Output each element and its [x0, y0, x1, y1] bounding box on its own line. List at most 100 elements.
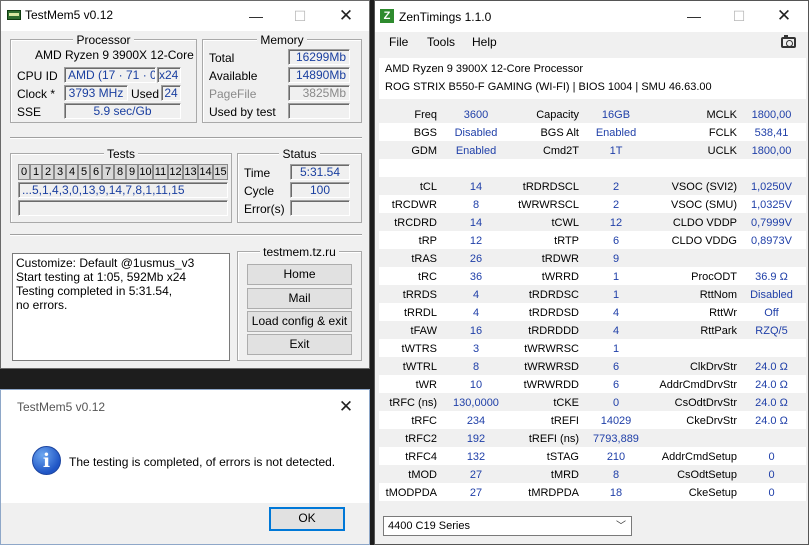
- timing-label: tWRRD: [541, 271, 579, 283]
- memory-chip-icon: [7, 10, 21, 20]
- minimize-button[interactable]: —: [671, 1, 717, 31]
- timing-label: tMOD: [408, 469, 437, 481]
- zentimings-logo-icon: Z: [380, 9, 394, 23]
- menu-tools[interactable]: Tools: [427, 35, 455, 49]
- timing-row: tRFC 234 tREFI 14029 CkeDrvStr 24.0 Ω: [379, 411, 806, 429]
- timing-value: Disabled: [750, 289, 793, 301]
- close-button[interactable]: ✕: [761, 1, 807, 31]
- message-dialog: TestMem5 v0.12 ✕ i The testing is comple…: [0, 389, 370, 545]
- board-info: ROG STRIX B550-F GAMING (WI-FI) | BIOS 1…: [385, 81, 712, 93]
- timing-value: 12: [469, 235, 483, 247]
- timing-label: tREFI: [550, 415, 579, 427]
- exit-button[interactable]: Exit: [247, 334, 352, 355]
- timing-label: tRDRDSC: [528, 289, 579, 301]
- timing-label: tRP: [418, 235, 437, 247]
- timing-value: 24.0 Ω: [755, 397, 788, 409]
- timing-label: tMODPDA: [385, 487, 437, 499]
- timing-row: tMOD 27 tMRD 8 CsOdtSetup 0: [379, 465, 806, 483]
- errors-field: [290, 200, 350, 216]
- timing-value: 27: [469, 469, 483, 481]
- timing-label: Freq: [414, 109, 437, 121]
- preset-select-value: 4400 C19 Series: [388, 520, 470, 532]
- ok-button[interactable]: OK: [269, 507, 345, 531]
- total-label: Total: [209, 51, 235, 65]
- cycle-field: 100: [290, 182, 350, 198]
- timing-label: tMRD: [550, 469, 579, 481]
- camera-icon[interactable]: [781, 35, 796, 48]
- site-label: testmem.tz.ru: [260, 245, 339, 259]
- timing-value: 8: [472, 199, 480, 211]
- maximize-button: ☐: [732, 8, 746, 24]
- timing-value: 27: [469, 487, 483, 499]
- home-button[interactable]: Home: [247, 264, 352, 285]
- timing-label: tRFC4: [405, 451, 437, 463]
- tests-group-label: Tests: [103, 147, 138, 161]
- testmem-titlebar[interactable]: TestMem5 v0.12 — ☐ ✕: [1, 1, 369, 31]
- timing-value: 1: [612, 343, 620, 355]
- message-text: The testing is completed, of errors is n…: [69, 455, 336, 469]
- cycle-label: Cycle: [244, 184, 275, 198]
- menu-help[interactable]: Help: [472, 35, 497, 49]
- timing-row: tRFC4 132 tSTAG 210 AddrCmdSetup 0: [379, 447, 806, 465]
- close-button[interactable]: ✕: [323, 1, 369, 31]
- system-info-box: AMD Ryzen 9 3900X 12-Core Processor ROG …: [379, 58, 806, 99]
- timing-value: 24.0 Ω: [755, 415, 788, 427]
- timing-value: 14: [469, 181, 483, 193]
- timing-label: tCKE: [553, 397, 579, 409]
- cpu-threads-field: x24: [157, 67, 181, 83]
- cpu-id-label: CPU ID: [17, 69, 58, 83]
- log-box[interactable]: Customize: Default @1usmus_v3 Start test…: [12, 253, 230, 361]
- log-line: no errors.: [16, 298, 68, 312]
- timing-label: tWTRL: [402, 361, 437, 373]
- timing-value: 24.0 Ω: [755, 379, 788, 391]
- test-cell: 11: [153, 164, 168, 180]
- timing-value: 538,41: [754, 127, 789, 139]
- message-titlebar[interactable]: TestMem5 v0.12 ✕: [1, 390, 369, 424]
- timing-value: 3600: [463, 109, 489, 121]
- zentimings-window: Z ZenTimings 1.1.0 — ☐ ✕ File Tools Help…: [374, 0, 809, 545]
- zentimings-titlebar[interactable]: Z ZenTimings 1.1.0 — ☐ ✕: [375, 1, 808, 32]
- sse-field: 5.9 sec/Gb: [64, 103, 181, 119]
- mail-button[interactable]: Mail: [247, 288, 352, 309]
- processor-group: Processor AMD Ryzen 9 3900X 12-Core CPU …: [10, 33, 197, 123]
- memory-group-label: Memory: [257, 33, 307, 47]
- timing-value: 9: [612, 253, 620, 265]
- timing-label: tRDRDSD: [528, 307, 579, 319]
- timing-label: RttWr: [709, 307, 737, 319]
- available-field: 14890Mb: [288, 67, 350, 83]
- timing-label: tFAW: [410, 325, 437, 337]
- timing-label: CkeSetup: [688, 487, 737, 499]
- timing-row: tRCDRD 14 tCWL 12 CLDO VDDP 0,7999V: [379, 213, 806, 231]
- log-line: Customize: Default @1usmus_v3: [16, 256, 195, 270]
- cpu-name: AMD Ryzen 9 3900X 12-Core Processor: [385, 63, 584, 75]
- timing-row: tRAS 26 tRDWR 9: [379, 249, 806, 267]
- timing-value: 14: [469, 217, 483, 229]
- test-cell: 7: [102, 164, 114, 180]
- timing-label: CLDO VDDP: [672, 217, 737, 229]
- used-field: 24: [161, 85, 181, 101]
- timing-label: tWRWRSD: [524, 361, 579, 373]
- cpu-id-field: AMD (17 · 71 · 0): [64, 67, 156, 83]
- clock-field: 3793 MHz: [64, 85, 128, 101]
- tests-group: Tests 0 1 2 3 4 5 6 7 8 9 10 11 12 13 14…: [10, 147, 232, 223]
- close-button[interactable]: ✕: [323, 392, 369, 422]
- timing-value: 36: [469, 271, 483, 283]
- timing-label: tWR: [415, 379, 437, 391]
- menu-file[interactable]: File: [389, 35, 408, 49]
- test-cell: 9: [126, 164, 138, 180]
- timing-label: RttPark: [700, 325, 737, 337]
- timing-row: tRFC (ns) 130,0000 tCKE 0 CsOdtDrvStr 24.0 Ω: [379, 393, 806, 411]
- timing-row: tFAW 16 tRDRDDD 4 RttPark RZQ/5: [379, 321, 806, 339]
- test-cell: 4: [66, 164, 78, 180]
- load-config-button[interactable]: Load config & exit: [247, 311, 352, 332]
- timing-label: tRDRDSCL: [522, 181, 579, 193]
- timing-label: UCLK: [707, 145, 737, 157]
- minimize-button[interactable]: —: [233, 1, 279, 31]
- timing-label: tRRDL: [403, 307, 437, 319]
- timing-value: 36.9 Ω: [755, 271, 788, 283]
- preset-select[interactable]: 4400 C19 Series ﹀: [383, 516, 632, 536]
- timing-label: tWTRS: [401, 343, 437, 355]
- timing-label: VSOC (SVI2): [671, 181, 737, 193]
- timing-label: tRTP: [554, 235, 579, 247]
- timing-label: CsOdtSetup: [677, 469, 737, 481]
